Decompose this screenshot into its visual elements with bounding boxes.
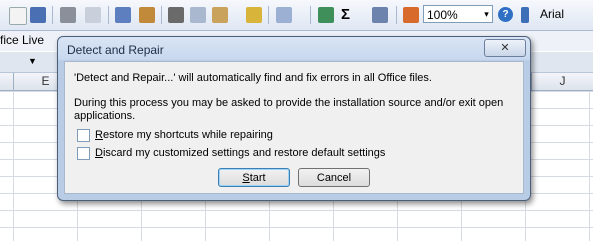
toolbar-separator [268, 6, 269, 24]
dialog-body: 'Detect and Repair...' will automaticall… [64, 61, 524, 194]
sort-ascending-icon[interactable] [372, 7, 388, 23]
toolbar-separator [52, 6, 53, 24]
discard-settings-label[interactable]: Discard my customized settings and resto… [95, 147, 385, 160]
autosum-icon[interactable]: Σ [341, 7, 357, 23]
column-header-partial[interactable] [0, 73, 14, 90]
discard-settings-checkbox[interactable] [77, 147, 90, 160]
toolbar-separator [396, 6, 397, 24]
info-text-line1: During this process you may be asked to … [74, 97, 504, 109]
print-preview-icon[interactable] [85, 7, 101, 23]
close-button[interactable]: ✕ [484, 39, 526, 57]
toolbar-options-icon[interactable] [521, 7, 529, 23]
column-header-j[interactable]: J [532, 73, 593, 90]
zoom-dropdown-arrow[interactable]: ▾ [480, 6, 493, 22]
paste-icon[interactable] [212, 7, 228, 23]
font-name-select[interactable]: Arial [540, 5, 593, 23]
toolbar-separator [310, 6, 311, 24]
start-button[interactable]: Start [218, 168, 290, 187]
cancel-button[interactable]: Cancel [298, 168, 370, 187]
toolbar-separator [108, 6, 109, 24]
standard-toolbar: Σ 100% ▾ ? Arial [0, 0, 593, 31]
new-icon[interactable] [9, 7, 27, 25]
dialog-title: Detect and Repair [67, 43, 164, 57]
print-icon[interactable] [60, 7, 76, 23]
restore-shortcuts-checkbox[interactable] [77, 129, 90, 142]
help-icon[interactable]: ? [498, 7, 513, 22]
copy-icon[interactable] [190, 7, 206, 23]
research-icon[interactable] [139, 7, 155, 23]
hyperlink-icon[interactable] [318, 7, 334, 23]
format-painter-icon[interactable] [246, 7, 262, 23]
close-icon: ✕ [500, 42, 510, 54]
cut-icon[interactable] [168, 7, 184, 23]
detect-and-repair-dialog: Detect and Repair ✕ 'Detect and Repair..… [57, 36, 531, 201]
restore-shortcuts-label[interactable]: Restore my shortcuts while repairing [95, 129, 273, 142]
toolbar-separator [161, 6, 162, 24]
name-box-dropdown-icon[interactable]: ▼ [28, 56, 37, 66]
info-text-line2: applications. [74, 110, 136, 122]
description-text: 'Detect and Repair...' will automaticall… [74, 72, 432, 84]
chart-wizard-icon[interactable] [403, 7, 419, 23]
spelling-icon[interactable] [115, 7, 131, 23]
undo-icon[interactable] [276, 7, 292, 23]
office-live-label[interactable]: fice Live [0, 33, 44, 47]
save-icon[interactable] [30, 7, 46, 23]
